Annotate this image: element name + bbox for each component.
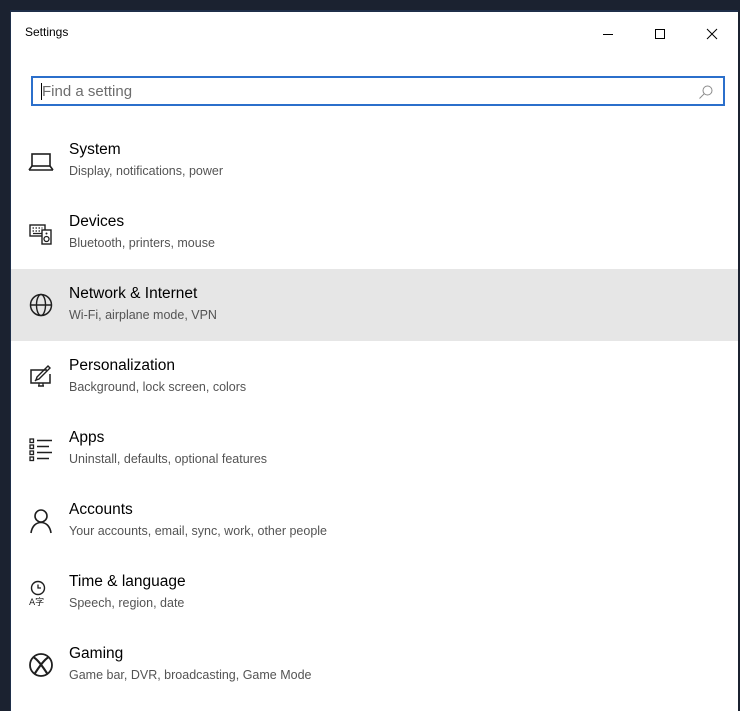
maximize-icon (655, 29, 665, 39)
category-description: Display, notifications, power (69, 164, 224, 178)
category-apps[interactable]: Apps Uninstall, defaults, optional featu… (11, 413, 738, 485)
paint-screen-icon (27, 363, 55, 391)
text-caret (41, 83, 42, 100)
search-box[interactable] (31, 76, 725, 106)
category-title: Apps (69, 429, 105, 446)
category-description: Background, lock screen, colors (69, 380, 247, 394)
title-bar[interactable]: Settings (11, 12, 738, 56)
category-description: Uninstall, defaults, optional features (69, 452, 268, 466)
clock-language-icon: A字 (27, 579, 55, 607)
search-icon[interactable] (698, 84, 714, 100)
category-title: Accounts (69, 501, 133, 518)
laptop-icon (27, 147, 55, 175)
keyboard-speaker-icon (27, 219, 55, 247)
category-title: Personalization (69, 357, 175, 374)
minimize-button[interactable] (582, 12, 634, 56)
window-title: Settings (25, 25, 69, 39)
close-icon (706, 28, 718, 40)
person-icon (27, 507, 55, 535)
category-description: Speech, region, date (69, 596, 185, 610)
category-gaming[interactable]: Gaming Game bar, DVR, broadcasting, Game… (11, 629, 738, 701)
category-description: Game bar, DVR, broadcasting, Game Mode (69, 668, 312, 682)
category-devices[interactable]: Devices Bluetooth, printers, mouse (11, 197, 738, 269)
category-time-language[interactable]: A字 Time & language Speech, region, date (11, 557, 738, 629)
category-personalization[interactable]: Personalization Background, lock screen,… (11, 341, 738, 413)
category-title: Devices (69, 213, 125, 230)
app-list-icon (27, 435, 55, 463)
category-title: System (69, 141, 121, 158)
category-description: Bluetooth, printers, mouse (69, 236, 215, 250)
category-network-internet[interactable]: Network & Internet Wi-Fi, airplane mode,… (11, 269, 738, 341)
globe-icon (27, 291, 55, 319)
settings-category-list: System Display, notifications, power Dev… (11, 125, 738, 701)
category-title: Network & Internet (69, 285, 198, 302)
category-title: Gaming (69, 645, 124, 662)
category-accounts[interactable]: Accounts Your accounts, email, sync, wor… (11, 485, 738, 557)
svg-text:A字: A字 (29, 596, 44, 607)
maximize-button[interactable] (634, 12, 686, 56)
minimize-icon (603, 34, 613, 35)
category-title: Time & language (69, 573, 186, 590)
settings-window: Settings System Di (10, 10, 738, 711)
category-description: Wi-Fi, airplane mode, VPN (69, 308, 217, 322)
xbox-icon (27, 651, 55, 679)
category-description: Your accounts, email, sync, work, other … (69, 524, 328, 538)
close-button[interactable] (686, 12, 738, 56)
category-system[interactable]: System Display, notifications, power (11, 125, 738, 197)
search-input[interactable] (33, 78, 723, 104)
